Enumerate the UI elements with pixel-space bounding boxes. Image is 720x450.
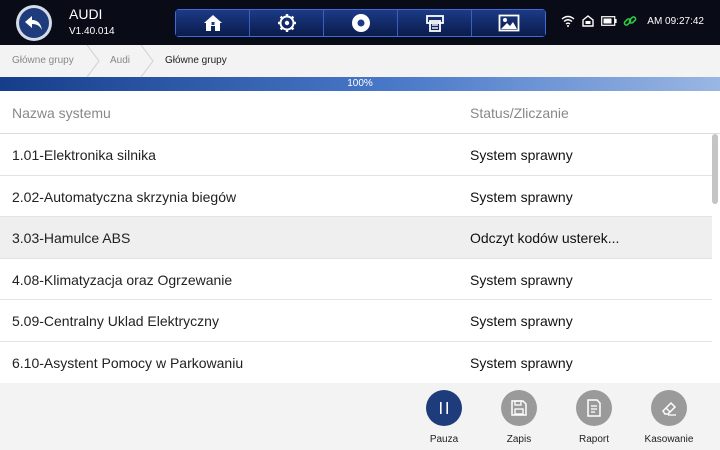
app-version: V1.40.014 — [69, 26, 115, 37]
save-label: Zapis — [506, 434, 532, 445]
progress-bar: 100% — [0, 77, 720, 91]
home-button[interactable] — [176, 10, 250, 36]
system-status: System sprawny — [470, 313, 573, 330]
wifi-icon — [561, 15, 575, 27]
column-header-status: Status/Zliczanie — [470, 105, 569, 121]
breadcrumb-item[interactable]: Główne grupy — [12, 45, 74, 77]
table-header: Nazwa systemu Status/Zliczanie — [0, 91, 720, 134]
system-status: System sprawny — [470, 188, 573, 205]
status-icons — [561, 14, 637, 28]
chevron-right-icon — [140, 45, 154, 77]
screenshot-button[interactable] — [472, 10, 545, 36]
top-nav — [175, 9, 546, 37]
system-name: 1.01-Elektronika silnika — [12, 147, 156, 163]
table-row-selected[interactable]: 3.03-Hamulce ABS Odczyt kodów usterek... — [0, 217, 712, 259]
chevron-right-icon — [86, 45, 100, 77]
link-icon — [623, 16, 637, 26]
eraser-icon — [651, 390, 687, 426]
pause-label: Pauza — [429, 434, 459, 445]
save-button[interactable]: Zapis — [484, 390, 554, 445]
system-list: 1.01-Elektronika silnika System sprawny … — [0, 134, 712, 384]
table-row[interactable]: 1.01-Elektronika silnika System sprawny — [0, 134, 712, 176]
back-button[interactable] — [16, 5, 52, 41]
top-bar: AUDI V1.40.014 AM 09:27:42 — [0, 0, 720, 45]
disc-icon — [351, 14, 370, 32]
table-row[interactable]: 2.02-Automatyczna skrzynia biegów System… — [0, 175, 712, 218]
progress-label: 100% — [347, 78, 373, 89]
report-button[interactable]: Raport — [559, 390, 629, 445]
system-status: System sprawny — [470, 147, 573, 163]
vci-icon — [582, 15, 594, 27]
save-icon — [501, 390, 537, 426]
report-label: Raport — [578, 434, 609, 445]
pause-icon — [426, 390, 462, 426]
system-name: 4.08-Klimatyzacja oraz Ogrzewanie — [12, 271, 233, 288]
system-status: System sprawny — [470, 271, 573, 288]
pause-button[interactable]: Pauza — [409, 390, 479, 445]
column-header-name: Nazwa systemu — [12, 105, 111, 121]
clear-label: Kasowanie — [644, 434, 694, 445]
battery-icon — [601, 16, 617, 26]
app-title: AUDI — [69, 6, 103, 22]
scrollbar[interactable] — [712, 134, 718, 204]
clock: AM 09:27:42 — [647, 16, 704, 27]
report-icon — [576, 390, 612, 426]
record-button[interactable] — [324, 10, 398, 36]
footer-toolbar: Pauza Zapis Raport Kasowanie — [0, 383, 720, 450]
gear-icon — [277, 14, 296, 32]
printer-icon — [425, 15, 444, 32]
clear-button[interactable]: Kasowanie — [634, 390, 704, 445]
system-name: 3.03-Hamulce ABS — [12, 230, 131, 247]
system-status: System sprawny — [470, 354, 573, 371]
table-row[interactable]: 5.09-Centralny Uklad Elektryczny System … — [0, 300, 712, 342]
breadcrumb: Główne grupy Audi Główne grupy — [0, 45, 720, 77]
breadcrumb-item[interactable]: Audi — [110, 45, 130, 77]
breadcrumb-current: Główne grupy — [165, 55, 227, 66]
settings-button[interactable] — [250, 10, 324, 36]
image-icon — [498, 14, 519, 32]
system-status: Odczyt kodów usterek... — [470, 230, 620, 247]
back-arrow-icon — [19, 8, 49, 38]
table-row[interactable]: 4.08-Klimatyzacja oraz Ogrzewanie System… — [0, 258, 712, 301]
system-name: 2.02-Automatyczna skrzynia biegów — [12, 188, 237, 205]
home-icon — [203, 15, 222, 31]
system-name: 6.10-Asystent Pomocy w Parkowaniu — [12, 354, 244, 371]
print-button[interactable] — [398, 10, 472, 36]
table-row[interactable]: 6.10-Asystent Pomocy w Parkowaniu System… — [0, 341, 712, 384]
system-name: 5.09-Centralny Uklad Elektryczny — [12, 313, 219, 330]
